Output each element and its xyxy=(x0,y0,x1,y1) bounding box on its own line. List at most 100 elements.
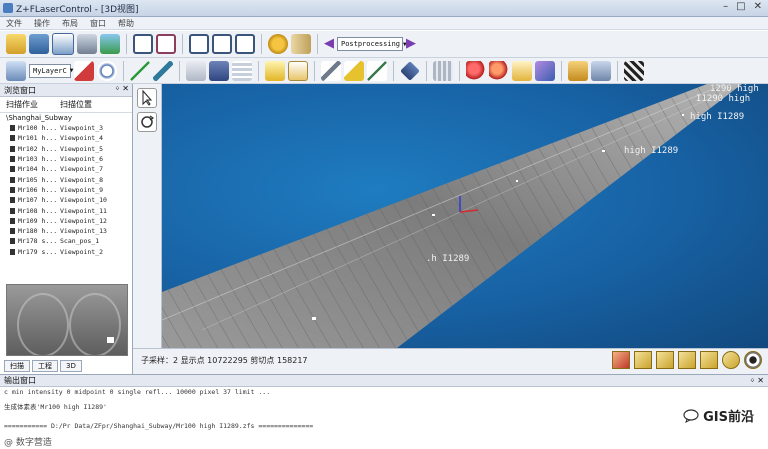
paint-icon[interactable] xyxy=(344,60,364,81)
panel-title-text: 浏览窗口 xyxy=(4,85,36,95)
pyramid-icon[interactable] xyxy=(591,60,611,81)
draw-line-icon[interactable] xyxy=(130,60,150,81)
pin-icon[interactable]: ᛜ xyxy=(115,84,120,93)
undo-icon[interactable] xyxy=(97,60,117,81)
list-item[interactable]: Mr109 h... Viewpoint_12 xyxy=(0,216,132,226)
viewport-label: high I1289 xyxy=(624,146,679,156)
split-view-icon[interactable] xyxy=(133,34,153,54)
pointer-icon[interactable] xyxy=(512,60,532,81)
tree-root[interactable]: \Shanghai_Subway xyxy=(0,113,132,123)
column-scan-position[interactable]: 扫描位置 xyxy=(60,99,92,110)
wireframe-icon[interactable] xyxy=(722,351,740,369)
save-icon[interactable] xyxy=(209,60,229,81)
gear-icon[interactable] xyxy=(268,34,288,54)
cube-iso-icon[interactable] xyxy=(700,351,718,369)
list-item[interactable]: Mr179 s... Viewpoint_2 xyxy=(0,247,132,257)
list-item[interactable]: Mr101 h... Viewpoint_4 xyxy=(0,133,132,143)
menu-help[interactable]: 帮助 xyxy=(118,18,134,29)
toolbar-separator xyxy=(459,60,460,81)
window-title: Z+FLaserControl - [3D视图] xyxy=(16,5,139,15)
pin-icon[interactable]: ᛜ xyxy=(750,376,755,385)
layer-select[interactable]: MyLayerC ▼ xyxy=(29,63,73,78)
cube-side-icon[interactable] xyxy=(656,351,674,369)
render-3d-icon[interactable] xyxy=(235,34,255,54)
highlight-icon[interactable] xyxy=(265,60,285,81)
close-icon[interactable]: ✕ xyxy=(122,84,129,93)
title-bar: Z+FLaserControl - [3D视图] – □ ✕ xyxy=(0,0,768,17)
tab-scan[interactable]: 扫描 xyxy=(4,360,30,372)
list-item[interactable]: Mr180 h... Viewpoint_13 xyxy=(0,226,132,236)
list-item[interactable]: Mr104 h... Viewpoint_7 xyxy=(0,164,132,174)
list-item[interactable]: Mr106 h... Viewpoint_9 xyxy=(0,185,132,195)
3d-viewport[interactable]: 1290 high I1290 high high I1289 high I12… xyxy=(162,84,768,348)
eye-icon[interactable] xyxy=(744,351,762,369)
list-item[interactable]: Mr105 h... Viewpoint_8 xyxy=(0,174,132,184)
column-headers: 扫描作业 扫描位置 xyxy=(0,97,132,113)
menu-operate[interactable]: 操作 xyxy=(34,18,50,29)
scan-preview-image xyxy=(6,284,128,356)
list-item[interactable]: Mr102 h... Viewpoint_5 xyxy=(0,144,132,154)
layer-icon[interactable] xyxy=(6,60,26,81)
snapshot-icon[interactable] xyxy=(186,60,206,81)
measure-icon[interactable] xyxy=(153,60,173,81)
window-view-2-icon[interactable] xyxy=(212,34,232,54)
table-icon[interactable] xyxy=(232,60,252,81)
scan-list: Mr100 h... Viewpoint_3 Mr101 h... Viewpoin… xyxy=(0,123,132,257)
book-icon[interactable] xyxy=(291,34,311,54)
pin-multi-icon[interactable] xyxy=(489,60,509,81)
toolbar-separator xyxy=(261,34,262,54)
list-item[interactable]: Mr100 h... Viewpoint_3 xyxy=(0,123,132,133)
close-icon[interactable]: ✕ xyxy=(757,376,764,385)
note-icon[interactable] xyxy=(288,60,308,81)
maximize-button[interactable]: □ xyxy=(736,1,745,12)
scan-view-icon[interactable] xyxy=(52,33,74,55)
chevron-left-icon[interactable]: ◀ xyxy=(324,34,334,54)
toolbar-separator xyxy=(426,60,427,81)
output-line: 生成体素表'Mr100 high I1289' xyxy=(4,403,107,411)
toolbar-separator xyxy=(258,60,259,81)
scanner-icon[interactable] xyxy=(29,34,49,54)
pencil-icon[interactable] xyxy=(367,60,387,81)
image-view-icon[interactable] xyxy=(156,34,176,54)
toolbar-separator xyxy=(561,60,562,81)
list-item[interactable]: Mr107 h... Viewpoint_10 xyxy=(0,195,132,205)
toolbar-separator xyxy=(182,34,183,54)
rotate-icon[interactable] xyxy=(137,112,157,132)
side-tools xyxy=(133,84,162,374)
open-folder-icon[interactable] xyxy=(6,34,26,54)
output-footer: @ 数字营造 xyxy=(4,438,52,448)
chevron-right-icon[interactable]: ▶ xyxy=(406,34,416,54)
tab-project[interactable]: 工程 xyxy=(32,360,58,372)
eraser-icon[interactable] xyxy=(74,60,94,81)
cube-icon[interactable] xyxy=(535,60,555,81)
list-item[interactable]: Mr178 s... Scan_pos_1 xyxy=(0,236,132,246)
menu-window[interactable]: 窗口 xyxy=(90,18,106,29)
secondary-toolbar: MyLayerC ▼ xyxy=(0,58,768,84)
grid-icon[interactable] xyxy=(433,60,453,81)
cube-top-icon[interactable] xyxy=(678,351,696,369)
tab-3d[interactable]: 3D xyxy=(60,360,82,372)
watermark: GIS前沿 xyxy=(683,406,754,425)
menu-layout[interactable]: 布局 xyxy=(62,18,78,29)
toolbar-separator xyxy=(179,60,180,81)
clapper-icon[interactable] xyxy=(624,60,644,81)
close-button[interactable]: ✕ xyxy=(754,1,762,12)
cube-close-icon[interactable] xyxy=(612,351,630,369)
pin-red-icon[interactable] xyxy=(466,60,486,81)
processing-select[interactable]: Postprocessing ▼ xyxy=(337,37,407,51)
cube-front-icon[interactable] xyxy=(634,351,652,369)
brush-icon[interactable] xyxy=(321,60,341,81)
menu-file[interactable]: 文件 xyxy=(6,18,22,29)
landscape-icon[interactable] xyxy=(100,34,120,54)
minimize-button[interactable]: – xyxy=(723,1,728,12)
list-item[interactable]: Mr103 h... Viewpoint_6 xyxy=(0,154,132,164)
list-item[interactable]: Mr108 h... Viewpoint_11 xyxy=(0,205,132,215)
cursor-icon[interactable] xyxy=(137,88,157,108)
window-view-icon[interactable] xyxy=(189,34,209,54)
point-cloud-tunnel xyxy=(162,84,742,348)
diamond-icon[interactable] xyxy=(400,60,420,81)
cylinder-icon[interactable] xyxy=(77,34,97,54)
house-icon[interactable] xyxy=(568,60,588,81)
column-scan-job[interactable]: 扫描作业 xyxy=(6,99,38,110)
status-bar: 子采样：2 显示点 10722295 剪切点 158217 xyxy=(133,348,768,375)
